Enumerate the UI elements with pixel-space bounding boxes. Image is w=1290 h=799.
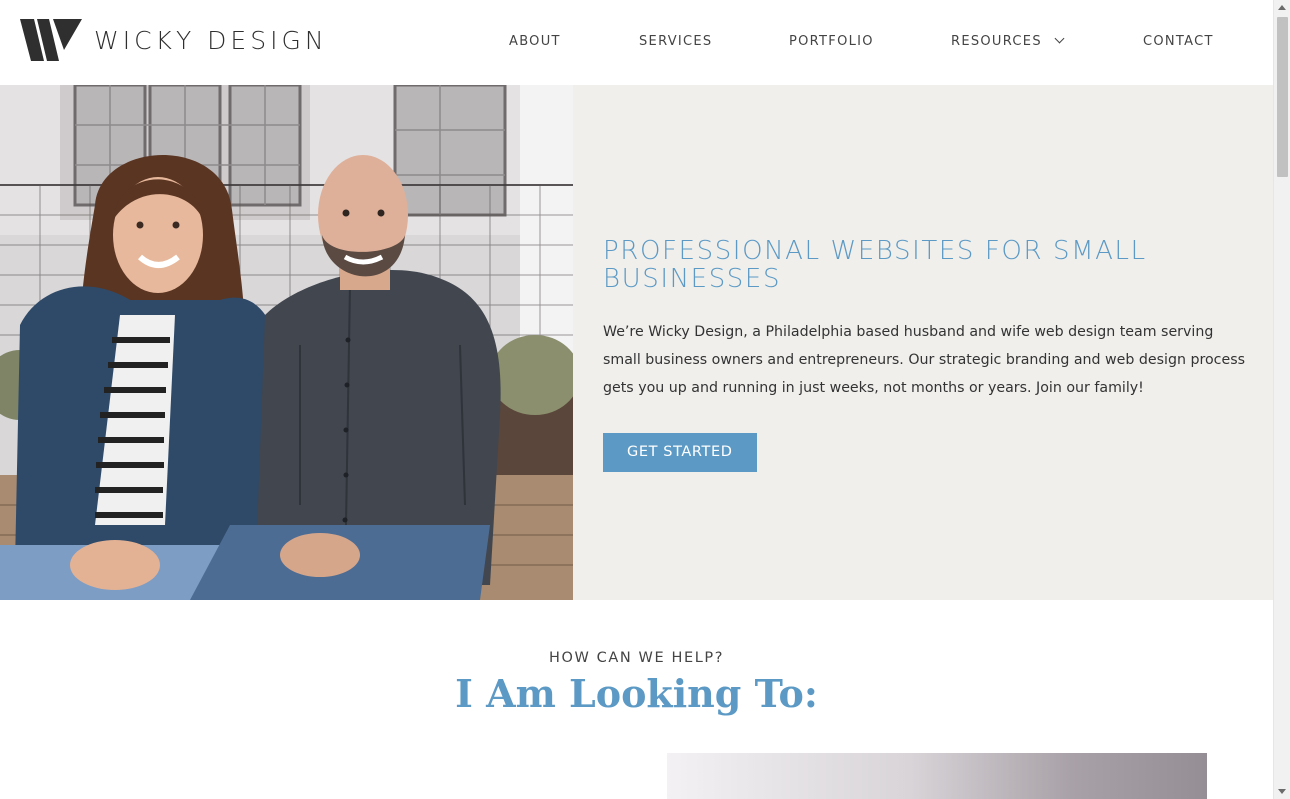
hero-text: We’re Wicky Design, a Philadelphia based… (603, 324, 1245, 396)
main-nav: ABOUT SERVICES PORTFOLIO RESOURCES CONTA… (0, 31, 1273, 53)
get-started-button[interactable]: GET STARTED (603, 433, 757, 472)
help-title: I Am Looking To: (455, 671, 818, 716)
help-eyebrow: HOW CAN WE HELP? (548, 650, 725, 666)
nav-contact[interactable]: CONTACT (1143, 31, 1214, 53)
help-card-image[interactable] (667, 753, 1207, 799)
hero-copy: PROFESSIONAL WEBSITES FOR SMALL BUSINESS… (603, 237, 1253, 472)
nav-resources[interactable]: RESOURCES (951, 31, 1065, 53)
nav-portfolio[interactable]: PORTFOLIO (789, 31, 874, 53)
scroll-thumb[interactable] (1277, 17, 1288, 177)
vertical-scrollbar[interactable] (1273, 0, 1290, 799)
hero-title: PROFESSIONAL WEBSITES FOR SMALL BUSINESS… (603, 236, 1147, 294)
site-header: WICKY DESIGN ABOUT SERVICES PORTFOLIO RE… (0, 0, 1273, 85)
help-section: HOW CAN WE HELP? I Am Looking To: (0, 600, 1273, 799)
nav-services[interactable]: SERVICES (639, 31, 712, 53)
hero-photo (0, 85, 573, 600)
hero-section: PROFESSIONAL WEBSITES FOR SMALL BUSINESS… (0, 85, 1273, 600)
page: WICKY DESIGN ABOUT SERVICES PORTFOLIO RE… (0, 0, 1273, 799)
chevron-down-icon (1054, 33, 1065, 44)
scroll-down-icon[interactable] (1278, 789, 1286, 794)
nav-resources-label: RESOURCES (951, 34, 1042, 49)
scroll-up-icon[interactable] (1278, 5, 1286, 10)
couple-photo-icon (0, 85, 573, 600)
nav-about[interactable]: ABOUT (509, 31, 561, 53)
